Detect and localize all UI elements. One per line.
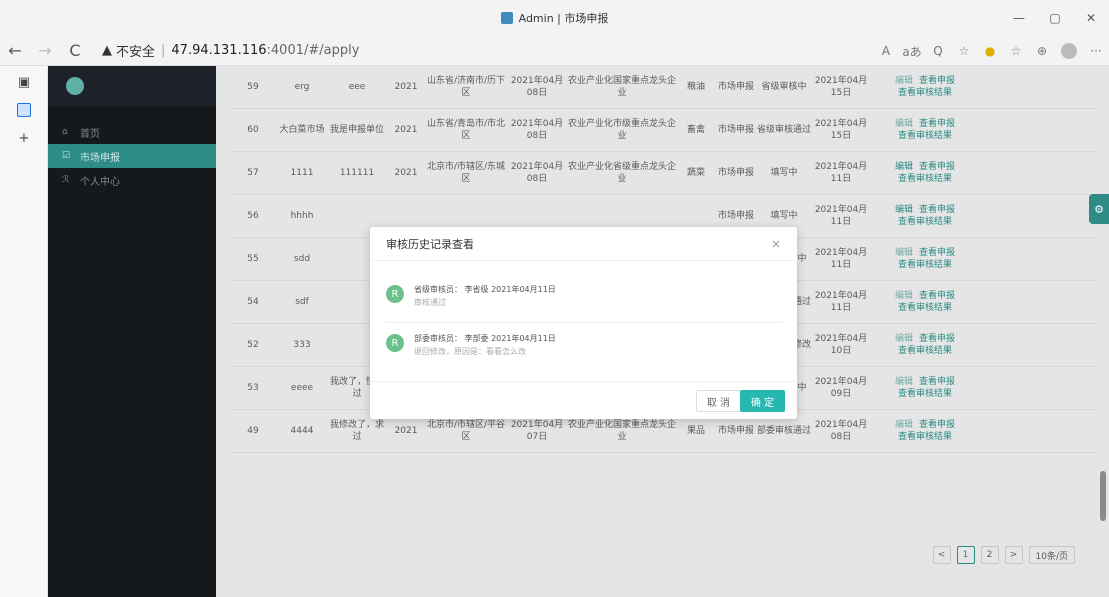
favorites-icon[interactable]: ☆ (1003, 44, 1029, 58)
security-indicator[interactable]: ▲ 不安全 (102, 41, 155, 60)
url-field[interactable]: 47.94.131.116:4001/#/apply (171, 43, 359, 58)
window-title: Admin | 市场申报 (518, 12, 609, 25)
logo-area (48, 66, 216, 106)
url-host: 47.94.131.116 (171, 43, 267, 58)
scrollbar-thumb[interactable] (1100, 471, 1106, 521)
app-tab-icon (500, 12, 513, 24)
sidebar-item-label: 市场申报 (80, 152, 120, 164)
app-sidebar: ⌂ 首页 ☑ 市场申报 ℛ 个人中心 (48, 66, 216, 597)
profile-avatar[interactable] (1061, 43, 1077, 59)
window-controls: — ▢ ✕ (1001, 0, 1109, 36)
dialog-header: 审核历史记录查看 (370, 227, 797, 261)
audit-entry-comment: 审核通过 (414, 298, 446, 307)
translate-icon[interactable]: aあ (899, 43, 925, 60)
audit-entry: R 省级审核员： 李省级 2021年04月11日 审核通过 (386, 283, 782, 309)
browser-toolbar-right: A aあ Q ☆ ● ☆ ⊕ ··· (873, 36, 1109, 66)
entry-divider (386, 322, 782, 323)
logo-icon (66, 77, 84, 95)
close-window-button[interactable]: ✕ (1073, 0, 1109, 36)
url-separator: | (161, 43, 166, 58)
reload-button[interactable]: C (60, 41, 90, 60)
collections-icon[interactable]: ⊕ (1029, 44, 1055, 58)
sidebar-item-label: 首页 (80, 128, 100, 140)
window-titlebar: Admin | 市场申报 — ▢ ✕ (0, 0, 1109, 36)
sidebar-item-market-apply[interactable]: ☑ 市场申报 (48, 144, 216, 168)
active-tab-icon[interactable] (0, 98, 48, 122)
sidebar-item-label: 个人中心 (80, 176, 120, 188)
sidebar-item-home[interactable]: ⌂ 首页 (48, 120, 216, 144)
close-icon[interactable]: × (771, 237, 781, 251)
sidebar-item-profile[interactable]: ℛ 个人中心 (48, 168, 216, 192)
extension-icon[interactable]: ● (977, 44, 1003, 58)
add-favorite-icon[interactable]: ☆ (951, 44, 977, 58)
audit-entry-title: 省级审核员： 李省级 2021年04月11日 (414, 285, 556, 294)
back-button[interactable]: ← (0, 41, 30, 60)
tab-actions-icon[interactable]: ▣ (0, 70, 48, 94)
confirm-button[interactable]: 确 定 (739, 390, 785, 412)
insecure-label: 不安全 (116, 45, 156, 60)
dialog-title: 审核历史记录查看 (386, 237, 474, 251)
user-icon: ℛ (62, 175, 70, 185)
new-tab-icon[interactable]: + (0, 126, 48, 150)
audit-entry-comment: 退回修改，原因是：看看怎么改 (414, 347, 526, 356)
checkbox-icon: ☑ (62, 151, 71, 161)
audit-history-dialog: 审核历史记录查看 × R 省级审核员： 李省级 2021年04月11日 审核通过… (370, 227, 797, 419)
browser-vertical-tabs: ▣ + (0, 66, 48, 597)
url-path: :4001/#/apply (266, 43, 360, 58)
settings-tab-icon[interactable]: ⚙ (1089, 194, 1109, 224)
dialog-footer: 取 消 确 定 (370, 381, 797, 419)
cancel-button[interactable]: 取 消 (695, 390, 741, 412)
sidebar-menu: ⌂ 首页 ☑ 市场申报 ℛ 个人中心 (48, 120, 216, 192)
restore-button[interactable]: ▢ (1037, 0, 1073, 36)
more-menu-icon[interactable]: ··· (1083, 44, 1109, 58)
auditor-avatar: R (386, 334, 404, 352)
read-aloud-icon[interactable]: A (873, 44, 899, 58)
audit-entry: R 部委审核员： 李部委 2021年04月11日 退回修改，原因是：看看怎么改 (386, 332, 782, 358)
audit-entry-title: 部委审核员： 李部委 2021年04月11日 (414, 334, 556, 343)
warning-icon: ▲ (102, 43, 112, 58)
minimize-button[interactable]: — (1001, 0, 1037, 36)
zoom-icon[interactable]: Q (925, 44, 951, 58)
auditor-avatar: R (386, 285, 404, 303)
home-icon: ⌂ (62, 127, 68, 137)
address-bar: ← → C ▲ 不安全 | 47.94.131.116:4001/#/apply… (0, 36, 1109, 66)
forward-button[interactable]: → (30, 41, 60, 60)
